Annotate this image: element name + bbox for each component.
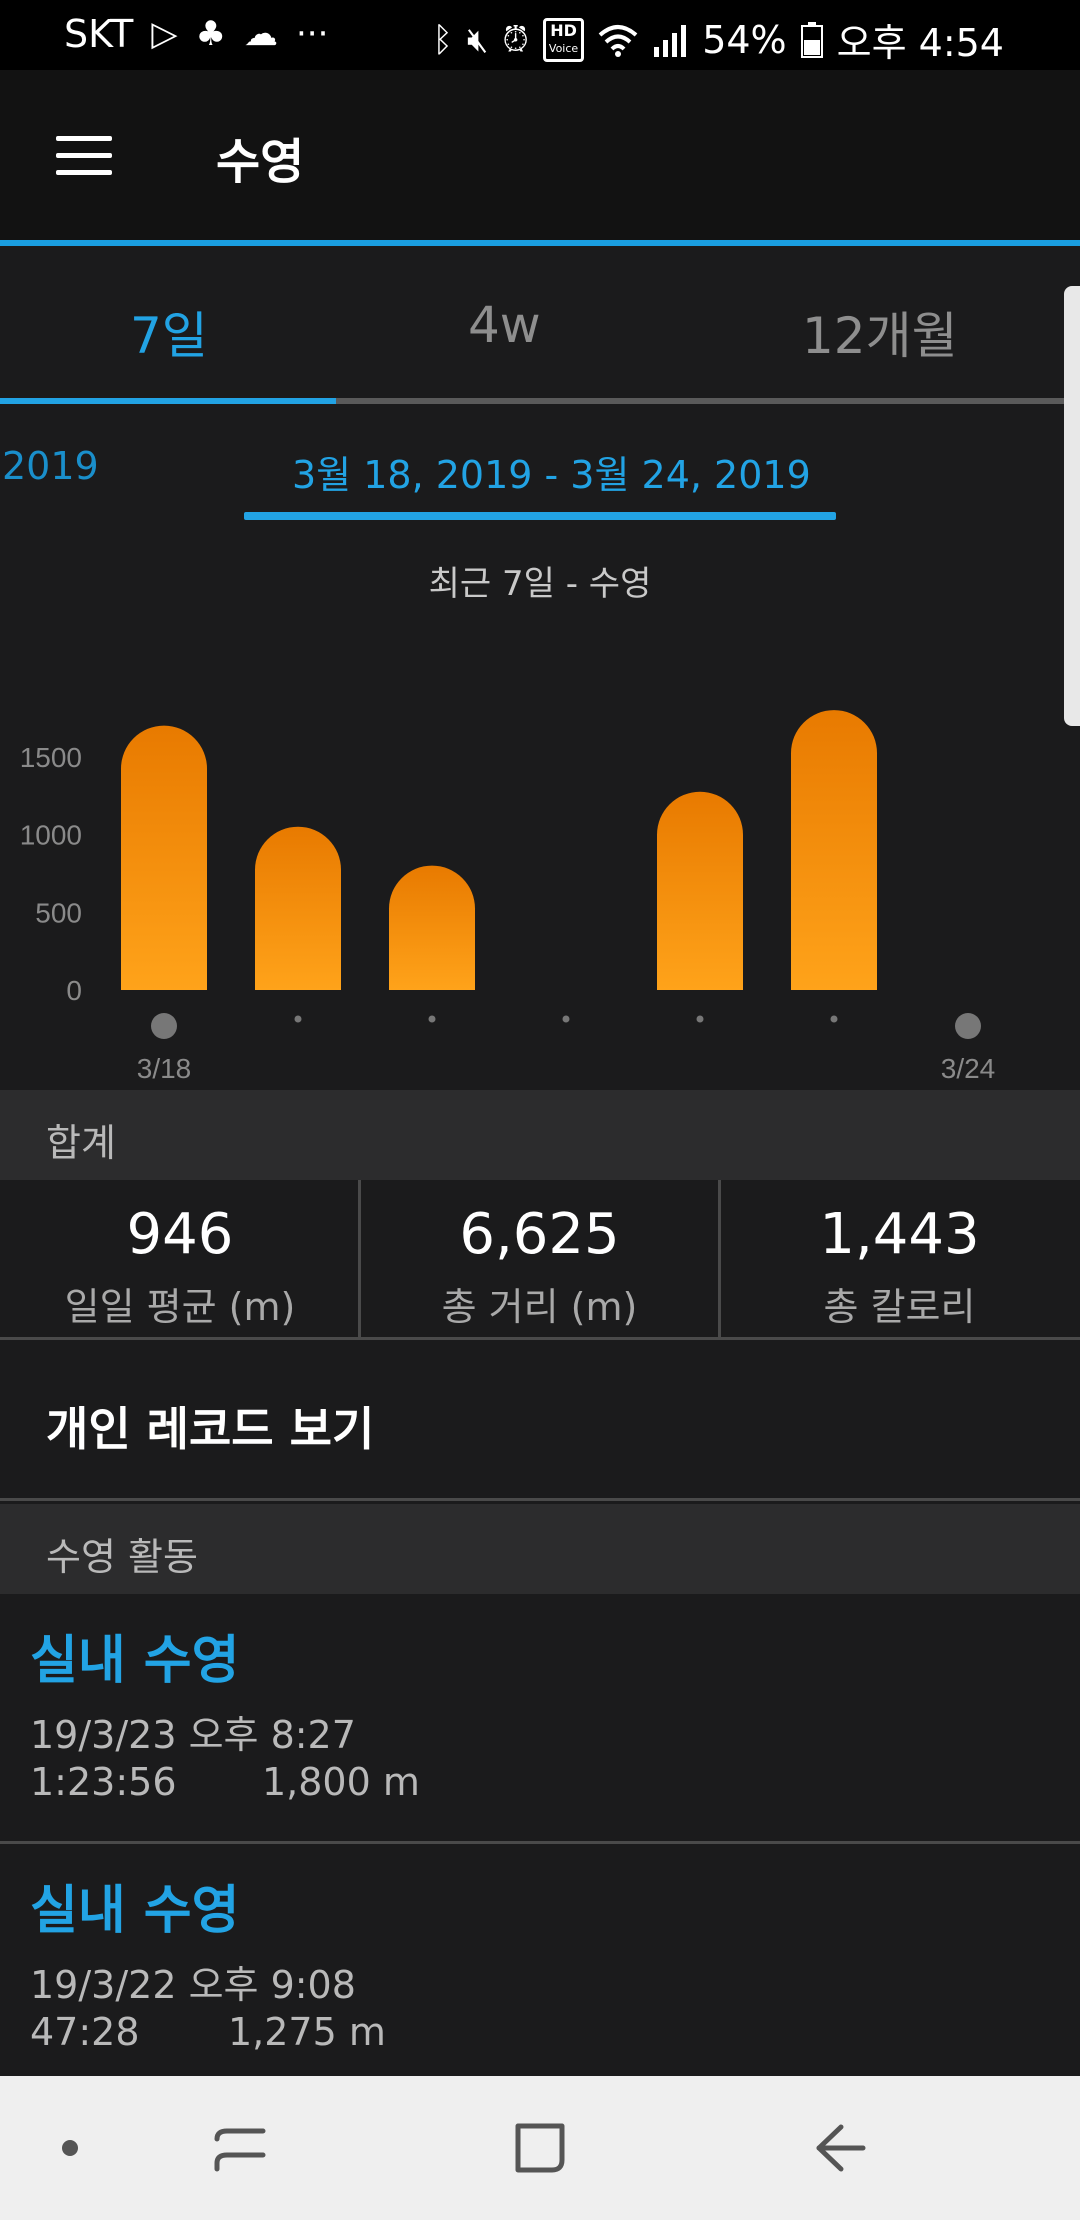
activity-datetime: 19/3/22 오후 9:08 [30, 1963, 356, 2007]
y-tick-label: 1500 [20, 742, 82, 773]
summary-stats: 946 일일 평균 (m) 6,625 총 거리 (m) 1,443 총 칼로리 [0, 1180, 1080, 1340]
activity-name: 실내 수영 [30, 1881, 240, 1941]
wifi-icon [598, 24, 638, 57]
home-icon[interactable] [490, 2076, 590, 2220]
activity-duration: 1:23:56 [30, 1760, 177, 1804]
page-title: 수영 [216, 134, 305, 190]
chart-bar[interactable] [657, 791, 743, 990]
voice-label: Voice [548, 41, 579, 55]
chart-title: 최근 7일 - 수영 [428, 564, 652, 604]
more-icon: ··· [295, 14, 329, 54]
chart-bar[interactable] [255, 826, 341, 990]
hamburger-menu-icon[interactable] [56, 136, 112, 176]
tab-7-days[interactable]: 7일 [130, 296, 208, 368]
activity-item[interactable]: 실내 수영 19/3/22 오후 9:08 47:28 1,275 m [0, 1844, 1080, 2094]
x-tick-marker [562, 1015, 570, 1023]
activity-distance: 1,275 m [228, 2010, 386, 2054]
activity-item[interactable]: 실내 수영 19/3/23 오후 8:27 1:23:56 1,800 m [0, 1594, 1080, 1844]
y-tick-label: 500 [35, 897, 82, 928]
chart-bar[interactable] [121, 725, 207, 990]
app-bar: 수영 [0, 70, 1080, 240]
battery-icon [800, 21, 823, 58]
tab-indicator [0, 398, 336, 404]
activity-duration: 47:28 [30, 2010, 140, 2054]
activity-name: 실내 수영 [30, 1631, 240, 1691]
current-range[interactable]: 3월 18, 2019 - 3월 24, 2019 [292, 444, 811, 499]
stat-total-distance: 6,625 총 거리 (m) [358, 1180, 718, 1340]
chart-bar[interactable] [791, 710, 877, 990]
y-tick-label: 0 [66, 975, 82, 1006]
carrier-label: SKT [64, 12, 134, 56]
stat-label: 총 칼로리 [823, 1285, 976, 1329]
tab-12-months[interactable]: 12개월 [802, 296, 958, 368]
summary-header: 합계 [0, 1090, 1080, 1180]
x-tick-marker [830, 1015, 838, 1023]
x-tick-marker [294, 1015, 302, 1023]
alarm-icon: ⏰︎ [502, 19, 529, 60]
play-store-icon: ▷ [151, 14, 178, 54]
system-nav-bar [0, 2076, 1080, 2220]
stat-label: 일일 평균 (m) [64, 1285, 296, 1329]
x-tick-label: 3/18 [137, 1053, 192, 1084]
stat-value: 6,625 [459, 1202, 620, 1267]
x-tick-marker [428, 1015, 436, 1023]
activities-header: 수영 활동 [0, 1504, 1080, 1594]
status-bar: SKT ▷ ♣ ☁ ··· ᛒ 🔇︎ ⏰︎ HD Voice 54% 오후 4:… [0, 0, 1080, 70]
signal-icon [654, 24, 687, 57]
x-tick-marker [955, 1013, 981, 1039]
battery-percent: 54% [702, 17, 787, 62]
bluetooth-icon: ᛒ [432, 19, 453, 60]
hd-voice-icon: HD Voice [542, 17, 585, 62]
personal-records-label: 개인 레코드 보기 [46, 1402, 375, 1456]
stat-value: 1,443 [819, 1202, 980, 1267]
x-tick-marker [696, 1015, 704, 1023]
cloud-icon: ☁ [243, 14, 278, 54]
tab-4-weeks[interactable]: 4w [468, 296, 541, 354]
notification-icon: ♣ [195, 14, 226, 54]
previous-range[interactable]: 2019 [2, 444, 99, 488]
stat-total-calories: 1,443 총 칼로리 [718, 1180, 1078, 1340]
x-tick-label: 3/24 [941, 1053, 996, 1084]
chart-canvas: 0 500 1000 1500 3/18 3/24 [20, 710, 996, 1084]
stat-label: 총 거리 (m) [441, 1285, 638, 1329]
hd-label: HD [550, 20, 577, 40]
chart-bar[interactable] [389, 865, 475, 990]
y-tick-label: 1000 [20, 820, 82, 851]
current-range-underline [244, 512, 836, 520]
x-tick-marker [151, 1013, 177, 1039]
personal-records-link[interactable]: 개인 레코드 보기 [0, 1343, 1080, 1501]
activity-datetime: 19/3/23 오후 8:27 [30, 1713, 356, 1757]
swim-distance-chart: 0 500 1000 1500 3/18 3/24 [0, 640, 1080, 1090]
clock: 오후 4:54 [836, 21, 1004, 65]
stat-value: 946 [126, 1202, 234, 1267]
activity-distance: 1,800 m [262, 1760, 420, 1804]
back-icon[interactable] [790, 2076, 890, 2220]
recent-apps-icon[interactable] [190, 2076, 290, 2220]
period-tabs: 7일 4w 12개월 [0, 246, 1064, 404]
mute-icon: 🔇︎ [466, 19, 489, 60]
stat-daily-average: 946 일일 평균 (m) [0, 1180, 360, 1340]
dot-icon[interactable] [30, 2076, 110, 2220]
